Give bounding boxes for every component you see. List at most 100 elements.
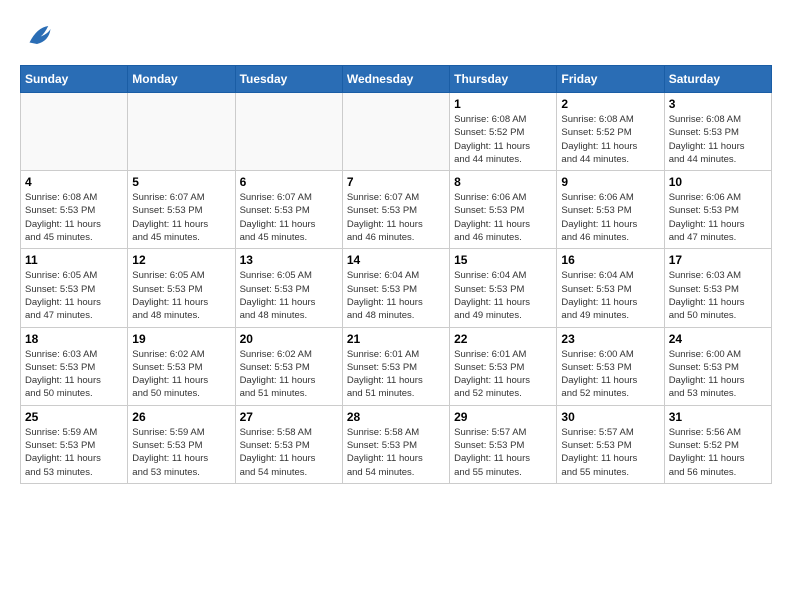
day-info: Sunrise: 6:07 AMSunset: 5:53 PMDaylight:… — [240, 191, 338, 244]
day-info: Sunrise: 6:08 AMSunset: 5:53 PMDaylight:… — [25, 191, 123, 244]
calendar-day-cell: 1 Sunrise: 6:08 AMSunset: 5:52 PMDaylight… — [450, 93, 557, 171]
calendar-day-cell: 15 Sunrise: 6:04 AMSunset: 5:53 PMDayligh… — [450, 249, 557, 327]
calendar-day-cell — [235, 93, 342, 171]
day-info: Sunrise: 6:00 AMSunset: 5:53 PMDaylight:… — [561, 348, 659, 401]
day-number: 20 — [240, 332, 338, 346]
day-info: Sunrise: 6:04 AMSunset: 5:53 PMDaylight:… — [347, 269, 445, 322]
day-number: 14 — [347, 253, 445, 267]
calendar-day-cell: 11 Sunrise: 6:05 AMSunset: 5:53 PMDayligh… — [21, 249, 128, 327]
calendar-day-cell: 7 Sunrise: 6:07 AMSunset: 5:53 PMDaylight… — [342, 171, 449, 249]
day-number: 27 — [240, 410, 338, 424]
day-number: 11 — [25, 253, 123, 267]
day-info: Sunrise: 5:59 AMSunset: 5:53 PMDaylight:… — [132, 426, 230, 479]
day-info: Sunrise: 6:01 AMSunset: 5:53 PMDaylight:… — [347, 348, 445, 401]
header — [20, 20, 772, 55]
calendar-day-cell: 26 Sunrise: 5:59 AMSunset: 5:53 PMDayligh… — [128, 405, 235, 483]
weekday-header: Friday — [557, 66, 664, 93]
day-info: Sunrise: 6:07 AMSunset: 5:53 PMDaylight:… — [132, 191, 230, 244]
day-info: Sunrise: 6:06 AMSunset: 5:53 PMDaylight:… — [669, 191, 767, 244]
day-info: Sunrise: 6:05 AMSunset: 5:53 PMDaylight:… — [25, 269, 123, 322]
day-number: 2 — [561, 97, 659, 111]
calendar-day-cell: 2Sunrise: 6:08 AMSunset: 5:52 PMDaylight… — [557, 93, 664, 171]
calendar-day-cell: 8 Sunrise: 6:06 AMSunset: 5:53 PMDaylight… — [450, 171, 557, 249]
calendar-day-cell: 17 Sunrise: 6:03 AMSunset: 5:53 PMDayligh… — [664, 249, 771, 327]
calendar-table: SundayMondayTuesdayWednesdayThursdayFrid… — [20, 65, 772, 484]
calendar-day-cell: 4 Sunrise: 6:08 AMSunset: 5:53 PMDaylight… — [21, 171, 128, 249]
day-info: Sunrise: 6:00 AMSunset: 5:53 PMDaylight:… — [669, 348, 767, 401]
calendar-day-cell: 18 Sunrise: 6:03 AMSunset: 5:53 PMDayligh… — [21, 327, 128, 405]
day-number: 13 — [240, 253, 338, 267]
day-info: Sunrise: 5:58 AMSunset: 5:53 PMDaylight:… — [347, 426, 445, 479]
day-number: 19 — [132, 332, 230, 346]
day-number: 3 — [669, 97, 767, 111]
day-info: Sunrise: 6:06 AMSunset: 5:53 PMDaylight:… — [454, 191, 552, 244]
calendar-header-row: SundayMondayTuesdayWednesdayThursdayFrid… — [21, 66, 772, 93]
calendar-day-cell: 9 Sunrise: 6:06 AMSunset: 5:53 PMDaylight… — [557, 171, 664, 249]
day-info: Sunrise: 5:57 AMSunset: 5:53 PMDaylight:… — [454, 426, 552, 479]
calendar-day-cell — [128, 93, 235, 171]
day-number: 9 — [561, 175, 659, 189]
day-number: 12 — [132, 253, 230, 267]
day-number: 25 — [25, 410, 123, 424]
calendar-week-row: 11 Sunrise: 6:05 AMSunset: 5:53 PMDayligh… — [21, 249, 772, 327]
day-number: 7 — [347, 175, 445, 189]
day-info: Sunrise: 6:01 AMSunset: 5:53 PMDaylight:… — [454, 348, 552, 401]
calendar-day-cell: 16Sunrise: 6:04 AMSunset: 5:53 PMDayligh… — [557, 249, 664, 327]
logo-bird-icon — [22, 20, 52, 50]
day-number: 6 — [240, 175, 338, 189]
day-number: 26 — [132, 410, 230, 424]
day-number: 24 — [669, 332, 767, 346]
day-info: Sunrise: 6:03 AMSunset: 5:53 PMDaylight:… — [669, 269, 767, 322]
calendar-day-cell: 28 Sunrise: 5:58 AMSunset: 5:53 PMDayligh… — [342, 405, 449, 483]
calendar-day-cell: 10 Sunrise: 6:06 AMSunset: 5:53 PMDayligh… — [664, 171, 771, 249]
calendar-day-cell — [21, 93, 128, 171]
day-info: Sunrise: 6:05 AMSunset: 5:53 PMDaylight:… — [240, 269, 338, 322]
day-info: Sunrise: 6:08 AMSunset: 5:52 PMDaylight:… — [454, 113, 552, 166]
calendar-day-cell: 24 Sunrise: 6:00 AMSunset: 5:53 PMDayligh… — [664, 327, 771, 405]
calendar-day-cell: 12 Sunrise: 6:05 AMSunset: 5:53 PMDayligh… — [128, 249, 235, 327]
calendar-day-cell: 23Sunrise: 6:00 AMSunset: 5:53 PMDayligh… — [557, 327, 664, 405]
calendar-day-cell: 31 Sunrise: 5:56 AMSunset: 5:52 PMDayligh… — [664, 405, 771, 483]
day-info: Sunrise: 5:56 AMSunset: 5:52 PMDaylight:… — [669, 426, 767, 479]
calendar-day-cell: 25 Sunrise: 5:59 AMSunset: 5:53 PMDayligh… — [21, 405, 128, 483]
weekday-header: Sunday — [21, 66, 128, 93]
day-number: 10 — [669, 175, 767, 189]
weekday-header: Tuesday — [235, 66, 342, 93]
calendar-day-cell — [342, 93, 449, 171]
day-number: 22 — [454, 332, 552, 346]
logo — [20, 20, 52, 55]
weekday-header: Thursday — [450, 66, 557, 93]
day-info: Sunrise: 6:07 AMSunset: 5:53 PMDaylight:… — [347, 191, 445, 244]
calendar-day-cell: 6 Sunrise: 6:07 AMSunset: 5:53 PMDaylight… — [235, 171, 342, 249]
weekday-header: Monday — [128, 66, 235, 93]
calendar-day-cell: 21Sunrise: 6:01 AMSunset: 5:53 PMDayligh… — [342, 327, 449, 405]
calendar-day-cell: 20Sunrise: 6:02 AMSunset: 5:53 PMDayligh… — [235, 327, 342, 405]
weekday-header: Wednesday — [342, 66, 449, 93]
day-info: Sunrise: 6:04 AMSunset: 5:53 PMDaylight:… — [454, 269, 552, 322]
day-info: Sunrise: 6:05 AMSunset: 5:53 PMDaylight:… — [132, 269, 230, 322]
day-info: Sunrise: 6:08 AMSunset: 5:53 PMDaylight:… — [669, 113, 767, 166]
calendar-day-cell: 27 Sunrise: 5:58 AMSunset: 5:53 PMDayligh… — [235, 405, 342, 483]
day-number: 8 — [454, 175, 552, 189]
day-number: 28 — [347, 410, 445, 424]
day-info: Sunrise: 6:06 AMSunset: 5:53 PMDaylight:… — [561, 191, 659, 244]
calendar-week-row: 18 Sunrise: 6:03 AMSunset: 5:53 PMDayligh… — [21, 327, 772, 405]
calendar-day-cell: 19 Sunrise: 6:02 AMSunset: 5:53 PMDayligh… — [128, 327, 235, 405]
day-info: Sunrise: 6:03 AMSunset: 5:53 PMDaylight:… — [25, 348, 123, 401]
day-number: 1 — [454, 97, 552, 111]
weekday-header: Saturday — [664, 66, 771, 93]
calendar-week-row: 25 Sunrise: 5:59 AMSunset: 5:53 PMDayligh… — [21, 405, 772, 483]
day-number: 31 — [669, 410, 767, 424]
day-info: Sunrise: 5:59 AMSunset: 5:53 PMDaylight:… — [25, 426, 123, 479]
calendar-week-row: 4 Sunrise: 6:08 AMSunset: 5:53 PMDaylight… — [21, 171, 772, 249]
day-number: 17 — [669, 253, 767, 267]
day-number: 29 — [454, 410, 552, 424]
calendar-day-cell: 13 Sunrise: 6:05 AMSunset: 5:53 PMDayligh… — [235, 249, 342, 327]
calendar-day-cell: 30Sunrise: 5:57 AMSunset: 5:53 PMDayligh… — [557, 405, 664, 483]
day-info: Sunrise: 6:02 AMSunset: 5:53 PMDaylight:… — [132, 348, 230, 401]
day-number: 18 — [25, 332, 123, 346]
day-number: 4 — [25, 175, 123, 189]
calendar-day-cell: 22 Sunrise: 6:01 AMSunset: 5:53 PMDayligh… — [450, 327, 557, 405]
day-number: 15 — [454, 253, 552, 267]
day-info: Sunrise: 5:58 AMSunset: 5:53 PMDaylight:… — [240, 426, 338, 479]
